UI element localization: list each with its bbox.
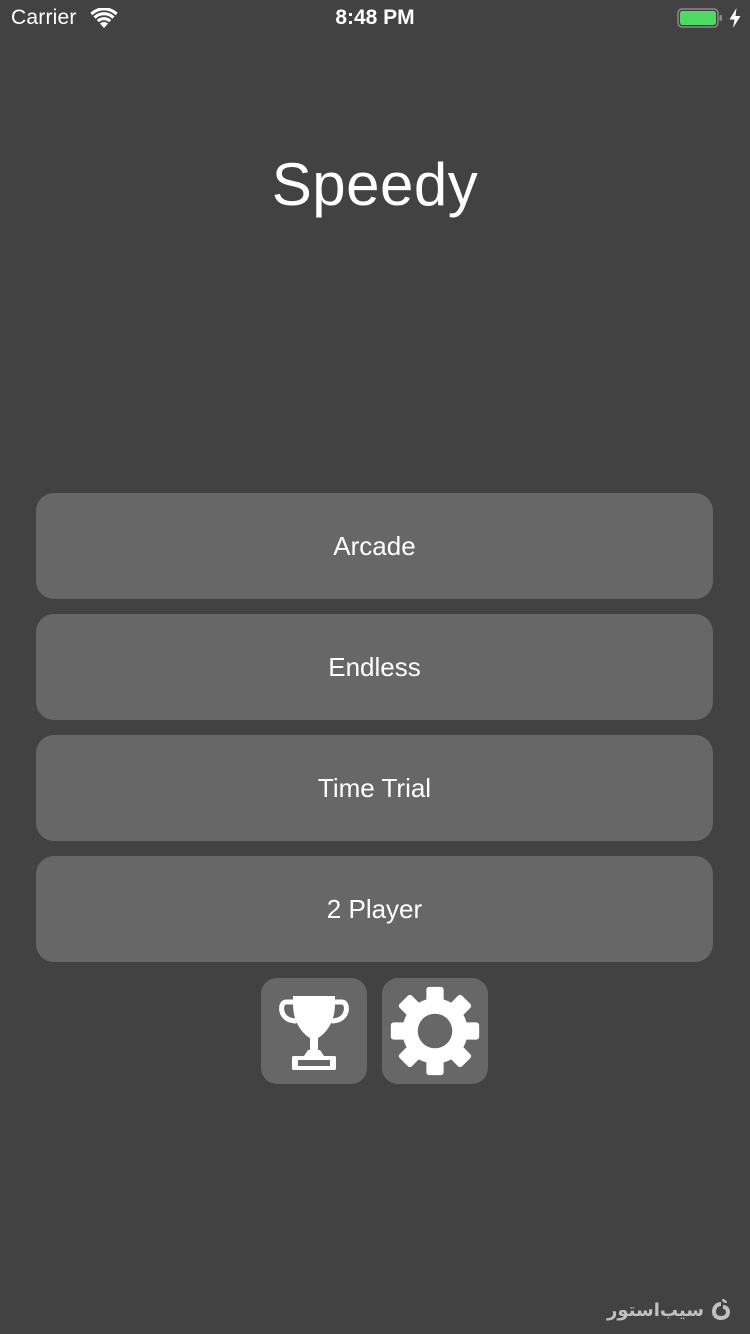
leaderboard-button[interactable] xyxy=(261,978,367,1084)
two-player-button-label: 2 Player xyxy=(326,893,423,924)
main-menu-screen: Carrier 8:48 PM Speedy Arcade Endless Ti… xyxy=(0,0,750,1334)
status-bar: Carrier 8:48 PM xyxy=(0,0,750,40)
settings-button[interactable] xyxy=(382,978,488,1084)
time-trial-button[interactable]: Time Trial xyxy=(36,735,713,841)
watermark-text: سیب‌استور xyxy=(607,1299,704,1321)
arcade-button[interactable]: Arcade xyxy=(36,493,713,599)
endless-button[interactable]: Endless xyxy=(36,614,713,720)
battery-icon xyxy=(677,8,722,28)
watermark: سیب‌استور xyxy=(607,1298,732,1322)
endless-button-label: Endless xyxy=(328,651,421,682)
arcade-button-label: Arcade xyxy=(333,530,416,561)
two-player-button[interactable]: 2 Player xyxy=(36,856,713,962)
status-time: 8:48 PM xyxy=(335,6,415,29)
gear-icon xyxy=(390,986,480,1076)
watermark-logo-icon xyxy=(712,1299,730,1320)
charging-bolt-icon xyxy=(729,8,741,28)
trophy-icon xyxy=(279,996,349,1070)
time-trial-button-label: Time Trial xyxy=(317,772,432,803)
app-title: Speedy xyxy=(271,151,479,218)
